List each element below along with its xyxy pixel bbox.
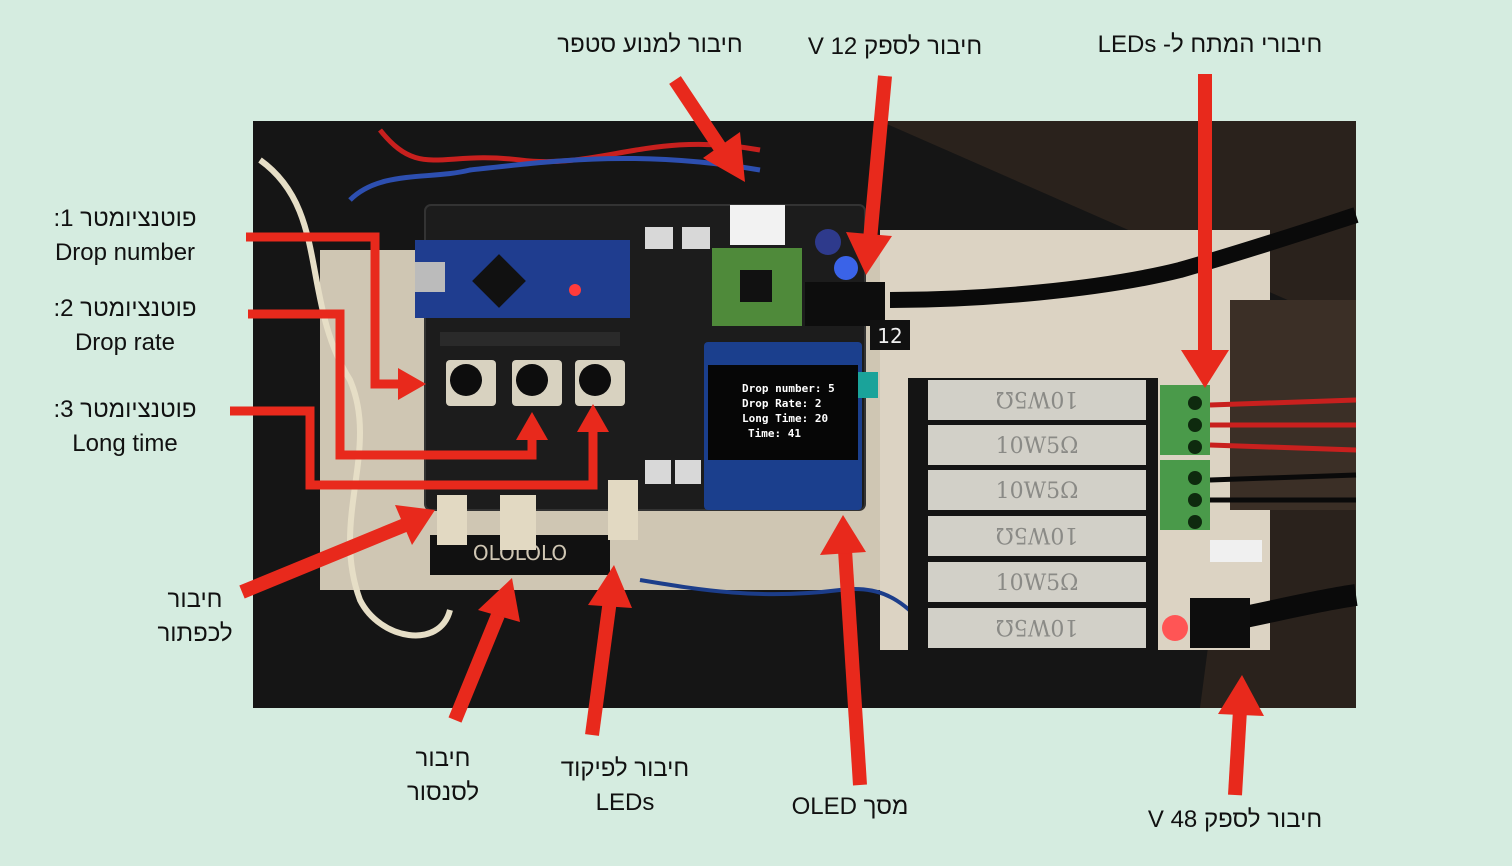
label-sensor-l2: לסנסור xyxy=(406,779,480,806)
screw xyxy=(1188,396,1202,410)
resistor-marking: 10W5Ω xyxy=(996,434,1079,459)
label-pot1: פוטנציומטר 1: Drop number xyxy=(30,202,220,270)
oled-line-3: Long Time: 20 xyxy=(742,412,828,425)
pot1-knob xyxy=(450,364,482,396)
connector-label: 12 xyxy=(877,324,902,348)
pot2-knob xyxy=(516,364,548,396)
oled-line-2: Drop Rate: 2 xyxy=(742,397,821,410)
arrow-48v xyxy=(1228,709,1247,796)
label-psu12: חיבור לספק 12 V xyxy=(807,33,983,60)
label-sensor-l1: חיבור xyxy=(415,745,471,772)
motor-terminal-1 xyxy=(645,460,671,484)
label-pot2: פוטנציומטר 2: Drop rate xyxy=(30,292,220,360)
red-led xyxy=(1162,615,1188,641)
power-led xyxy=(569,284,581,296)
screw xyxy=(1188,515,1202,529)
label-ledctrl-l1: חיבור לפיקוד xyxy=(560,755,690,782)
label-button-l1: חיבור xyxy=(167,586,223,613)
label-pot1-en: Drop number xyxy=(54,239,196,266)
label-pot1-he: פוטנציומטר 1: xyxy=(53,205,197,232)
terminal-block-plus xyxy=(1160,385,1210,455)
resistor-marking: 10W5Ω xyxy=(996,522,1079,547)
blue-led xyxy=(834,256,858,280)
screw xyxy=(1188,440,1202,454)
label-pot2-en: Drop rate xyxy=(74,329,176,356)
resistor-marking: 10W5Ω xyxy=(996,614,1079,639)
usb-port xyxy=(415,262,445,292)
label-button: חיבור לכפתור xyxy=(130,583,260,651)
label-pot3-he: פוטנציומטר 3: xyxy=(53,396,197,423)
oled-cable xyxy=(858,372,878,398)
header-pins xyxy=(440,332,620,346)
pot3-knob xyxy=(579,364,611,396)
label-button-l2: לכפתור xyxy=(157,620,233,647)
label-pot2-he: פוטנציומטר 2: xyxy=(53,295,197,322)
screw xyxy=(1188,471,1202,485)
power-jack-48v xyxy=(1190,598,1250,648)
button-connector xyxy=(437,495,467,545)
screw xyxy=(1188,493,1202,507)
diagram: OLOLOLO 12 Drop number: 5 Drop Rate: 2 L… xyxy=(0,0,1512,866)
resistor-marking: 10W5Ω xyxy=(996,479,1079,504)
sensor-connector xyxy=(500,495,536,550)
label-pot3: פוטנציומטר 3: Long time xyxy=(30,393,220,461)
dc-jack xyxy=(805,282,885,326)
resistor-marking: 10W5Ω xyxy=(996,386,1079,411)
terminal-block-minus xyxy=(1160,460,1210,530)
label-pot3-en: Long time xyxy=(72,430,178,457)
capacitor xyxy=(815,229,841,255)
screw xyxy=(1188,418,1202,432)
label-leds-switch: חיבורי המתח ל- LEDs xyxy=(1097,31,1323,58)
stepper-chip xyxy=(740,270,772,302)
motor-terminal-2 xyxy=(675,460,701,484)
oled-line-1: Drop number: 5 xyxy=(742,382,835,395)
label-ledctrl-l2: LEDs xyxy=(595,789,655,816)
fan-terminal-2 xyxy=(682,227,710,249)
label-oled: מסך OLED xyxy=(791,793,909,820)
label-ledctrl: חיבור לפיקוד LEDs xyxy=(530,752,720,820)
ledctrl-connector xyxy=(608,480,638,540)
small-connector xyxy=(1210,540,1262,562)
label-stepper: חיבור למנוע סטפר xyxy=(557,31,743,58)
stepper-connector xyxy=(730,205,785,245)
resistor-marking: 10W5Ω xyxy=(996,571,1079,596)
oled-line-4: Time: 41 xyxy=(748,427,801,440)
label-sensor: חיבור לסנסור xyxy=(378,742,508,810)
board-photo: OLOLOLO 12 Drop number: 5 Drop Rate: 2 L… xyxy=(230,74,1359,796)
fan-terminal-1 xyxy=(645,227,673,249)
label-psu48: חיבור לספק 48 V xyxy=(1147,806,1323,833)
